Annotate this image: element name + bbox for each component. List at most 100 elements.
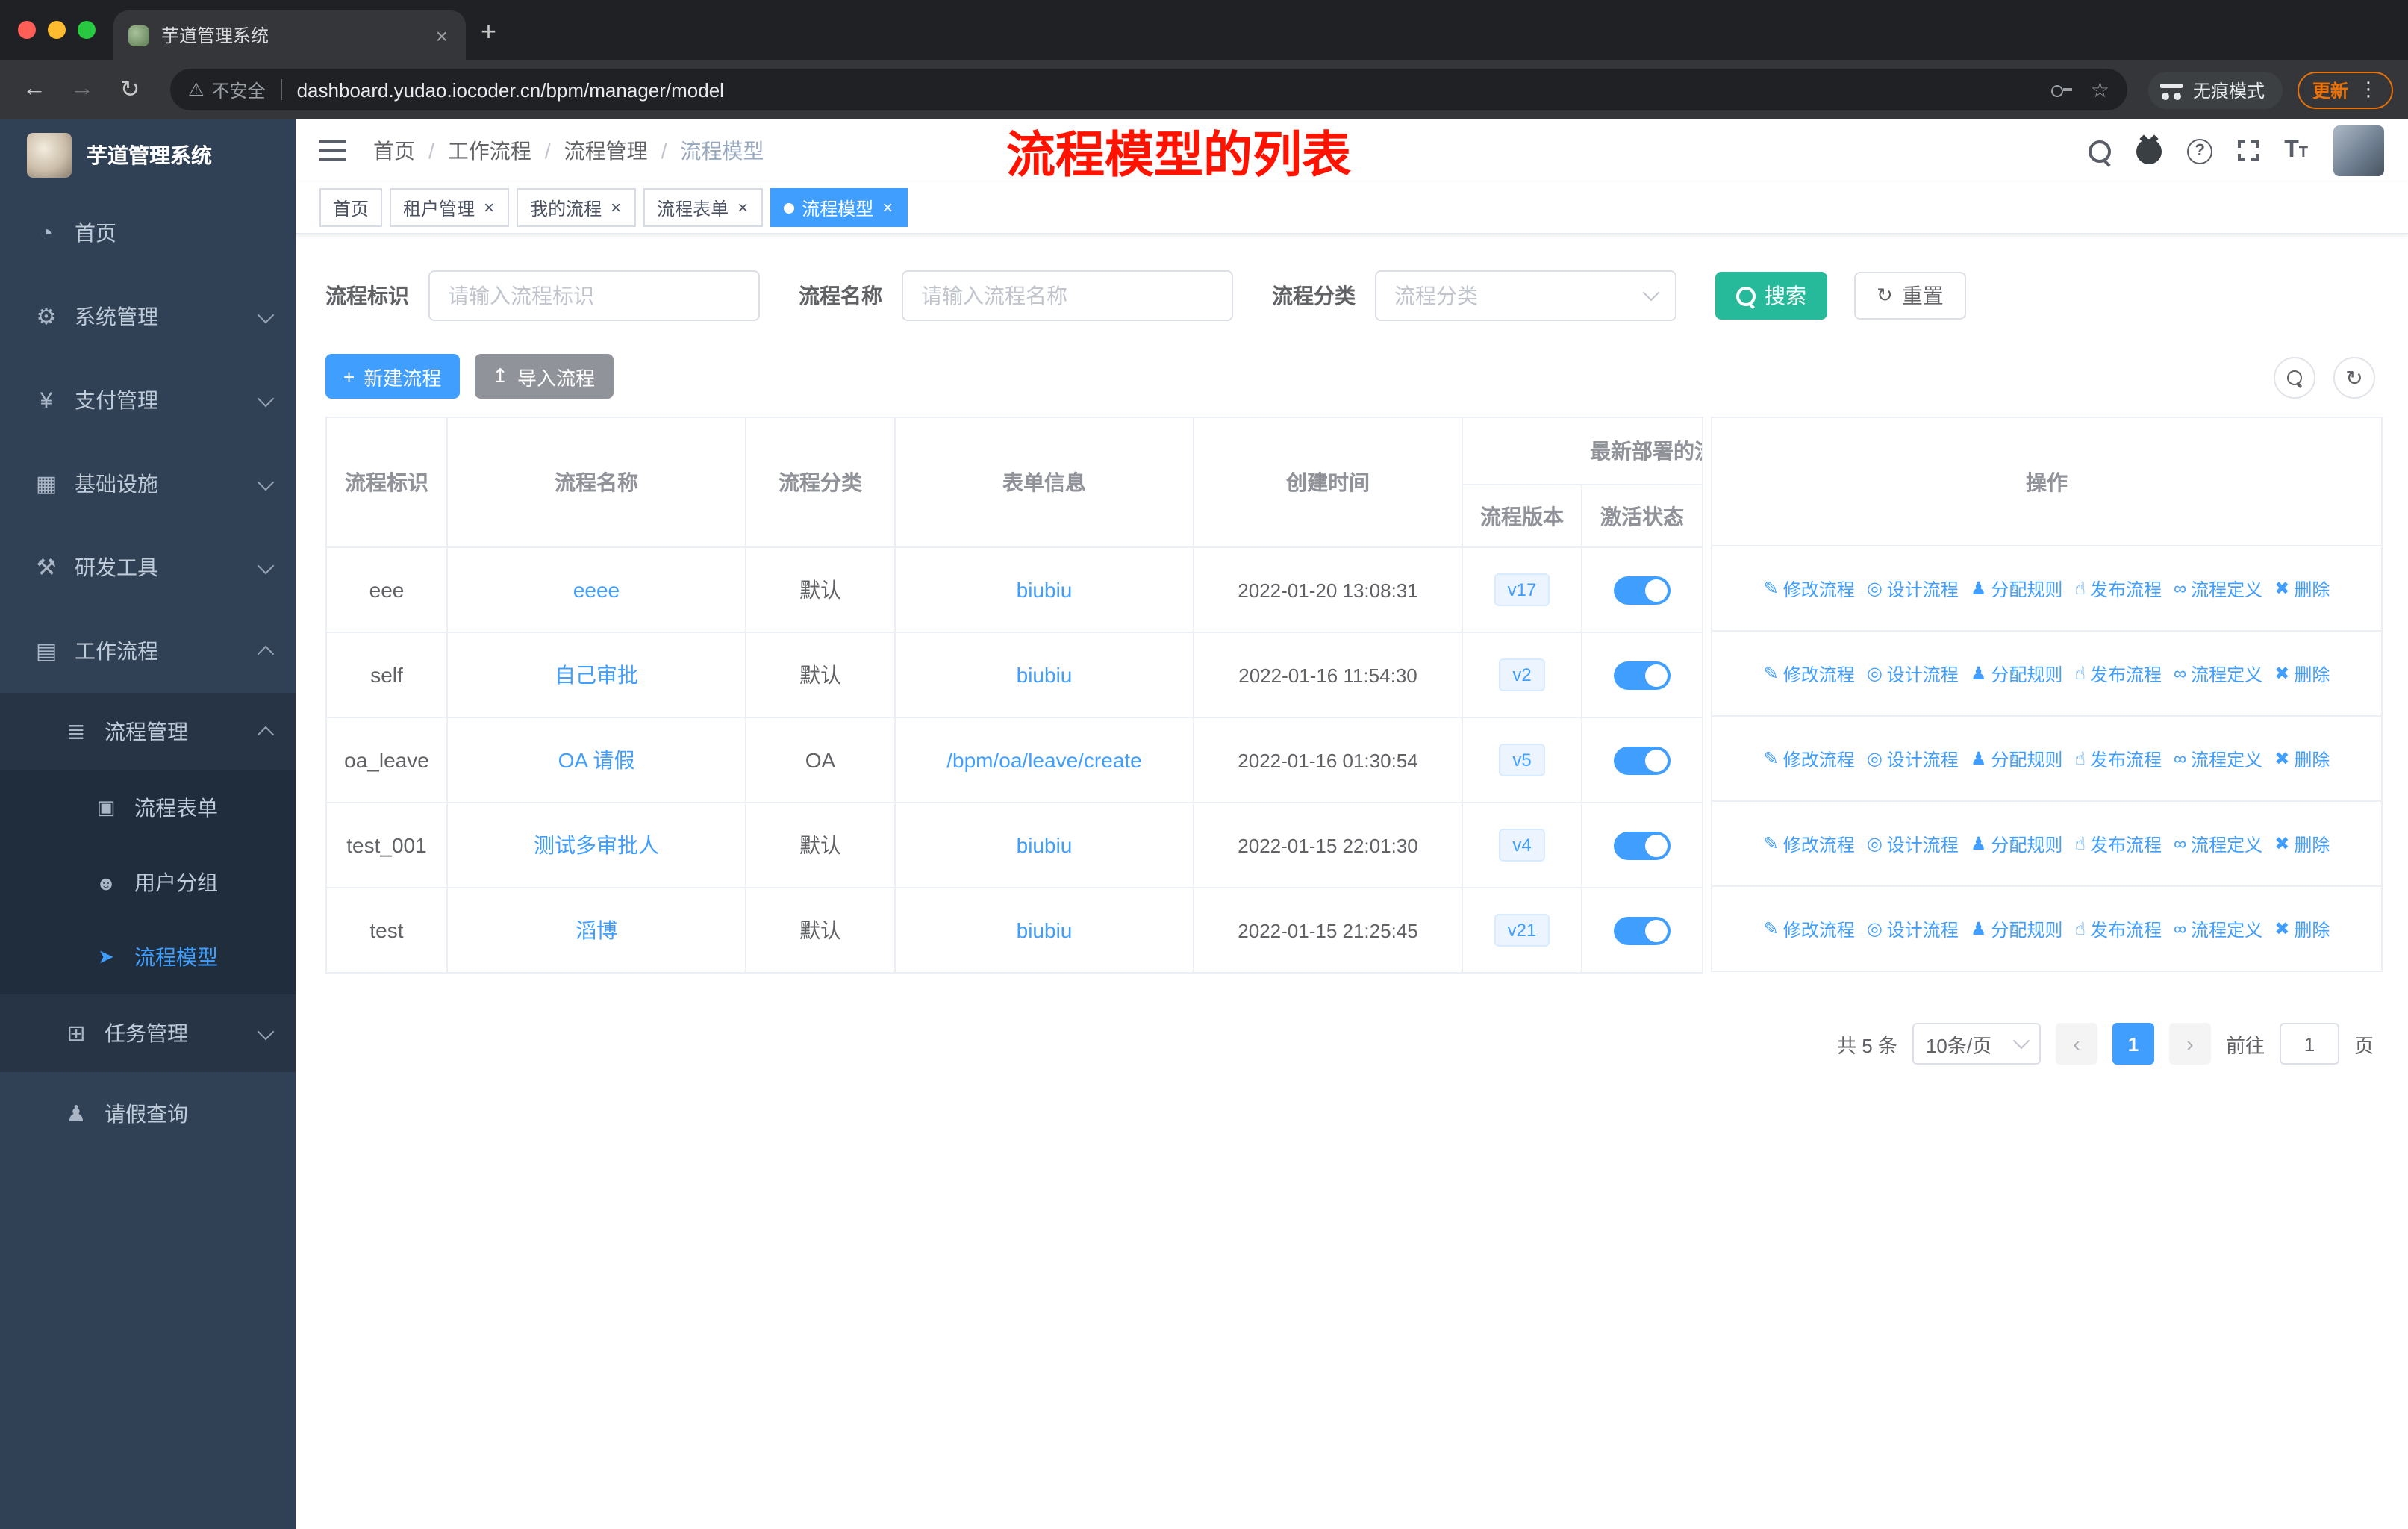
active-toggle[interactable] bbox=[1614, 916, 1671, 944]
tab-close-icon[interactable]: × bbox=[433, 23, 451, 47]
forward-icon[interactable]: → bbox=[63, 76, 102, 103]
search-icon[interactable] bbox=[2089, 140, 2112, 162]
sidebar-item-process-model[interactable]: ➤ 流程模型 bbox=[0, 920, 296, 994]
search-button[interactable]: 搜索 bbox=[1715, 272, 1827, 320]
process-name-input[interactable] bbox=[902, 270, 1233, 321]
close-icon[interactable]: × bbox=[482, 199, 496, 217]
tag-process-form[interactable]: 流程表单 × bbox=[643, 188, 764, 227]
design-flow-link[interactable]: ◎ 设计流程 bbox=[1867, 661, 1959, 686]
edit-flow-link[interactable]: ✎ 修改流程 bbox=[1764, 916, 1855, 941]
flow-definition-link[interactable]: ∞ 流程定义 bbox=[2174, 916, 2262, 941]
toggle-search-button[interactable] bbox=[2274, 357, 2315, 399]
font-size-icon[interactable]: TT bbox=[2284, 138, 2308, 163]
process-id-input[interactable] bbox=[428, 270, 760, 321]
security-label[interactable]: 不安全 bbox=[212, 77, 266, 102]
publish-flow-link[interactable]: ☝ 发布流程 bbox=[2074, 916, 2162, 941]
flow-definition-link[interactable]: ∞ 流程定义 bbox=[2174, 746, 2262, 771]
edit-flow-link[interactable]: ✎ 修改流程 bbox=[1764, 746, 1855, 771]
design-flow-link[interactable]: ◎ 设计流程 bbox=[1867, 746, 1959, 771]
process-name-link[interactable]: eeee bbox=[573, 578, 620, 602]
form-link[interactable]: biubiu bbox=[1017, 833, 1073, 857]
assign-rule-link[interactable]: ♟ 分配规则 bbox=[1971, 916, 2063, 941]
assign-rule-link[interactable]: ♟ 分配规则 bbox=[1971, 831, 2063, 856]
tag-tenant[interactable]: 租户管理 × bbox=[390, 188, 510, 227]
publish-flow-link[interactable]: ☝ 发布流程 bbox=[2074, 746, 2162, 771]
menu-dots-icon[interactable]: ⋮ bbox=[2359, 78, 2378, 102]
minimize-window-button[interactable] bbox=[48, 21, 66, 39]
url-text[interactable]: dashboard.yudao.iocoder.cn/bpm/manager/m… bbox=[297, 78, 2052, 101]
version-badge[interactable]: v21 bbox=[1494, 914, 1550, 947]
form-link[interactable]: biubiu bbox=[1017, 578, 1073, 602]
sidebar-item-leave-query[interactable]: ♟ 请假查询 bbox=[0, 1072, 296, 1156]
sidebar-item-infrastructure[interactable]: ▦ 基础设施 bbox=[0, 442, 296, 526]
active-toggle[interactable] bbox=[1614, 746, 1671, 774]
user-avatar[interactable] bbox=[2333, 125, 2384, 176]
browser-update-button[interactable]: 更新 ⋮ bbox=[2297, 71, 2393, 108]
import-process-button[interactable]: ↥ 导入流程 bbox=[474, 354, 614, 399]
active-toggle[interactable] bbox=[1614, 661, 1671, 689]
edit-flow-link[interactable]: ✎ 修改流程 bbox=[1764, 576, 1855, 601]
version-badge[interactable]: v4 bbox=[1499, 829, 1545, 862]
hamburger-icon[interactable] bbox=[319, 140, 346, 161]
edit-flow-link[interactable]: ✎ 修改流程 bbox=[1764, 661, 1855, 686]
form-link[interactable]: biubiu bbox=[1017, 918, 1073, 942]
breadcrumb-home[interactable]: 首页 bbox=[373, 136, 415, 166]
current-page-button[interactable]: 1 bbox=[2112, 1023, 2154, 1065]
publish-flow-link[interactable]: ☝ 发布流程 bbox=[2074, 831, 2162, 856]
process-category-select[interactable]: 流程分类 bbox=[1375, 270, 1676, 321]
close-icon[interactable]: × bbox=[736, 199, 749, 217]
sidebar-item-process-management[interactable]: ≣ 流程管理 bbox=[0, 693, 296, 770]
breadcrumb-workflow[interactable]: 工作流程 bbox=[448, 136, 531, 166]
assign-rule-link[interactable]: ♟ 分配规则 bbox=[1971, 661, 2063, 686]
edit-flow-link[interactable]: ✎ 修改流程 bbox=[1764, 831, 1855, 856]
assign-rule-link[interactable]: ♟ 分配规则 bbox=[1971, 576, 2063, 601]
page-size-select[interactable]: 10条/页 bbox=[1912, 1023, 2041, 1065]
browser-tab[interactable]: 芋道管理系统 × bbox=[113, 10, 466, 60]
new-tab-button[interactable]: + bbox=[481, 15, 496, 48]
sidebar-logo[interactable]: 芋道管理系统 bbox=[0, 119, 296, 191]
create-process-button[interactable]: + 新建流程 bbox=[325, 354, 460, 399]
tag-my-process[interactable]: 我的流程 × bbox=[517, 188, 637, 227]
help-icon[interactable]: ? bbox=[2187, 138, 2213, 164]
design-flow-link[interactable]: ◎ 设计流程 bbox=[1867, 831, 1959, 856]
process-name-link[interactable]: OA 请假 bbox=[558, 748, 635, 772]
version-badge[interactable]: v17 bbox=[1494, 573, 1550, 606]
sidebar-item-home[interactable]: ◔ 首页 bbox=[0, 191, 296, 275]
delete-link[interactable]: ✖ 删除 bbox=[2274, 576, 2330, 601]
active-toggle[interactable] bbox=[1614, 831, 1671, 859]
publish-flow-link[interactable]: ☝ 发布流程 bbox=[2074, 576, 2162, 601]
password-key-icon[interactable] bbox=[2051, 84, 2073, 97]
version-badge[interactable]: v2 bbox=[1499, 658, 1545, 691]
address-bar[interactable]: ⚠ 不安全 dashboard.yudao.iocoder.cn/bpm/man… bbox=[170, 69, 2127, 110]
goto-page-input[interactable] bbox=[2279, 1023, 2339, 1065]
zoom-window-button[interactable] bbox=[78, 21, 96, 39]
sidebar-item-devtools[interactable]: ⚒ 研发工具 bbox=[0, 526, 296, 609]
delete-link[interactable]: ✖ 删除 bbox=[2274, 746, 2330, 771]
github-icon[interactable] bbox=[2136, 138, 2162, 164]
form-link[interactable]: /bpm/oa/leave/create bbox=[946, 748, 1142, 772]
bookmark-star-icon[interactable]: ☆ bbox=[2091, 77, 2109, 102]
tag-home[interactable]: 首页 bbox=[319, 188, 383, 227]
version-badge[interactable]: v5 bbox=[1499, 744, 1545, 776]
refresh-table-button[interactable]: ↻ bbox=[2333, 357, 2375, 399]
reset-button[interactable]: ↻ 重置 bbox=[1854, 272, 1966, 320]
back-icon[interactable]: ← bbox=[15, 76, 54, 103]
active-toggle[interactable] bbox=[1614, 576, 1671, 604]
fullscreen-icon[interactable] bbox=[2238, 140, 2259, 161]
design-flow-link[interactable]: ◎ 设计流程 bbox=[1867, 916, 1959, 941]
delete-link[interactable]: ✖ 删除 bbox=[2274, 661, 2330, 686]
assign-rule-link[interactable]: ♟ 分配规则 bbox=[1971, 746, 2063, 771]
sidebar-item-workflow[interactable]: ▤ 工作流程 bbox=[0, 609, 296, 693]
delete-link[interactable]: ✖ 删除 bbox=[2274, 916, 2330, 941]
reload-icon[interactable]: ↻ bbox=[110, 75, 149, 105]
process-name-link[interactable]: 自己审批 bbox=[555, 663, 638, 687]
tag-process-model[interactable]: 流程模型 × bbox=[770, 188, 908, 227]
flow-definition-link[interactable]: ∞ 流程定义 bbox=[2174, 831, 2262, 856]
sidebar-item-process-form[interactable]: ▣ 流程表单 bbox=[0, 770, 296, 845]
process-name-link[interactable]: 测试多审批人 bbox=[534, 833, 659, 857]
delete-link[interactable]: ✖ 删除 bbox=[2274, 831, 2330, 856]
publish-flow-link[interactable]: ☝ 发布流程 bbox=[2074, 661, 2162, 686]
prev-page-button[interactable]: ‹ bbox=[2055, 1023, 2097, 1065]
form-link[interactable]: biubiu bbox=[1017, 663, 1073, 687]
design-flow-link[interactable]: ◎ 设计流程 bbox=[1867, 576, 1959, 601]
